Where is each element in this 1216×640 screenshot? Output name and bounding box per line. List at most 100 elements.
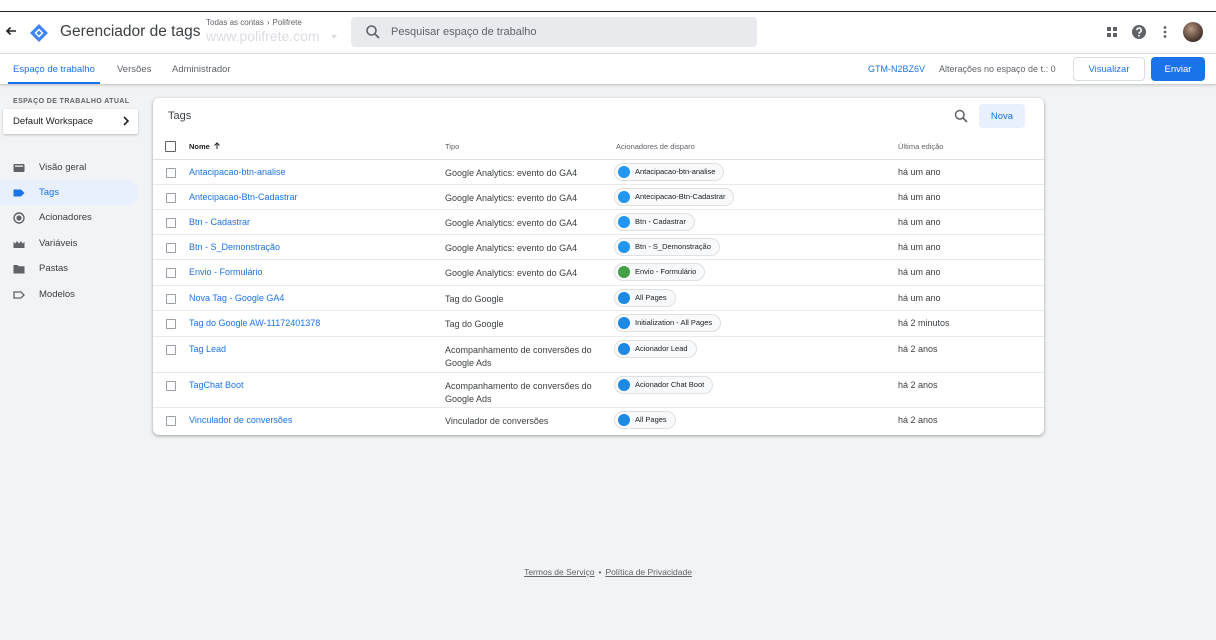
breadcrumb: Todas as contas › Polifrete <box>206 18 302 27</box>
tab-admin[interactable]: Administrador <box>172 64 231 75</box>
container-selector[interactable]: www.polifrete.com <box>206 28 320 44</box>
apps-grid-icon[interactable] <box>1104 24 1120 40</box>
tag-type: Acompanhamento de conversões do Google A… <box>445 345 592 368</box>
search-input[interactable] <box>391 23 741 41</box>
tag-manager-logo-icon[interactable] <box>29 23 49 43</box>
terms-link[interactable]: Termos de Serviço <box>524 567 594 577</box>
workspace-search[interactable] <box>351 17 757 47</box>
more-vert-icon[interactable] <box>1157 24 1173 40</box>
table-row[interactable]: TagChat Boot Acompanhamento de conversõe… <box>153 373 1044 408</box>
trigger-chip[interactable]: Acionador Chat Boot <box>614 376 714 394</box>
search-icon <box>366 25 380 39</box>
avatar[interactable] <box>1183 22 1203 42</box>
last-edited: há um ano <box>898 217 941 227</box>
trigger-chip-label: Initialization - All Pages <box>635 318 713 327</box>
tag-name-link[interactable]: Antecipacao-Btn-Cadastrar <box>189 192 298 202</box>
trigger-chip[interactable]: Initialization - All Pages <box>614 314 722 332</box>
row-checkbox[interactable] <box>166 294 176 304</box>
search-icon[interactable] <box>954 109 968 123</box>
container-id-link[interactable]: GTM-N2BZ6V <box>868 64 925 74</box>
sidebar-item-tags[interactable]: Tags <box>0 180 138 205</box>
last-edited: há um ano <box>898 293 941 303</box>
row-checkbox[interactable] <box>166 319 176 329</box>
trigger-chip[interactable]: Envio - Formulário <box>614 263 706 281</box>
row-checkbox[interactable] <box>166 345 176 355</box>
sidebar-item-triggers[interactable]: Acionadores <box>0 205 138 230</box>
new-tag-button[interactable]: Nova <box>979 104 1025 128</box>
sidebar-item-overview[interactable]: Visão geral <box>0 155 138 180</box>
last-edited: há um ano <box>898 267 941 277</box>
tag-name-link[interactable]: TagChat Boot <box>189 380 244 390</box>
column-header-type[interactable]: Tipo <box>445 142 459 151</box>
privacy-link[interactable]: Política de Privacidade <box>605 567 691 577</box>
trigger-chip[interactable]: Antecipacao-Btn-Cadastrar <box>614 188 735 206</box>
row-checkbox[interactable] <box>166 193 176 203</box>
tab-versions[interactable]: Versões <box>117 64 151 75</box>
tag-icon <box>13 189 25 197</box>
last-edited: há 2 anos <box>898 415 938 425</box>
last-edited: há 2 minutos <box>898 318 950 328</box>
sidebar-item-templates[interactable]: Modelos <box>0 282 138 307</box>
breadcrumb-account[interactable]: Polifrete <box>272 18 301 27</box>
trigger-chip-label: Antacipacao-btn-analise <box>635 167 716 176</box>
row-checkbox[interactable] <box>166 168 176 178</box>
tag-name-link[interactable]: Envio - Formulário <box>189 267 263 277</box>
container-dropdown-icon[interactable] <box>331 35 337 39</box>
tag-type: Google Analytics: evento do GA4 <box>445 193 578 203</box>
trigger-chip[interactable]: Btn - S_Demonstração <box>614 238 720 256</box>
submit-button[interactable]: Enviar <box>1151 57 1205 81</box>
row-checkbox[interactable] <box>166 268 176 278</box>
tag-name-link[interactable]: Btn - Cadastrar <box>189 217 250 227</box>
row-checkbox[interactable] <box>166 218 176 228</box>
table-row[interactable]: Envio - Formulário Google Analytics: eve… <box>153 260 1044 286</box>
table-row[interactable]: Btn - S_Demonstração Google Analytics: e… <box>153 235 1044 260</box>
back-arrow-icon[interactable] <box>4 24 18 38</box>
folder-icon <box>13 265 25 274</box>
tag-name-link[interactable]: Tag do Google AW-11172401378 <box>189 318 320 328</box>
tag-name-link[interactable]: Vinculador de conversões <box>189 415 292 425</box>
tag-name-link[interactable]: Tag Lead <box>189 344 226 354</box>
preview-button[interactable]: Visualizar <box>1073 57 1145 81</box>
workspace-selector[interactable]: Default Workspace <box>3 109 138 134</box>
last-edited: há um ano <box>898 242 941 252</box>
tag-name-link[interactable]: Nova Tag - Google GA4 <box>189 293 284 303</box>
trigger-chip[interactable]: All Pages <box>614 289 676 307</box>
trigger-chip[interactable]: All Pages <box>614 411 676 429</box>
select-all-checkbox[interactable] <box>165 141 176 152</box>
sidebar-item-label: Variáveis <box>39 238 78 249</box>
row-checkbox[interactable] <box>166 381 176 391</box>
help-icon[interactable] <box>1131 24 1147 40</box>
tag-type: Tag do Google <box>445 319 504 329</box>
sidebar-item-label: Acionadores <box>39 212 92 223</box>
trigger-chip[interactable]: Btn - Cadastrar <box>614 213 695 231</box>
table-row[interactable]: Btn - Cadastrar Google Analytics: evento… <box>153 210 1044 235</box>
tag-name-link[interactable]: Btn - S_Demonstração <box>189 242 280 252</box>
sidebar-item-label: Tags <box>39 187 60 198</box>
table-header: Nome Tipo Acionadores de disparo Última … <box>153 134 1044 160</box>
table-row[interactable]: Tag Lead Acompanhamento de conversões do… <box>153 337 1044 373</box>
tag-type: Tag do Google <box>445 294 504 304</box>
row-checkbox[interactable] <box>166 243 176 253</box>
breadcrumb-all-accounts[interactable]: Todas as contas <box>206 18 264 27</box>
trigger-chip[interactable]: Antacipacao-btn-analise <box>614 163 725 181</box>
app-header: Gerenciador de tags Todas as contas › Poli… <box>0 12 1216 53</box>
table-row[interactable]: Nova Tag - Google GA4 Tag do Google All … <box>153 286 1044 311</box>
row-checkbox[interactable] <box>166 416 176 426</box>
table-row[interactable]: Antecipacao-Btn-Cadastrar Google Analyti… <box>153 185 1044 210</box>
tag-type: Google Analytics: evento do GA4 <box>445 268 578 278</box>
tag-type: Vinculador de conversões <box>445 416 549 426</box>
trigger-chip-label: Envio - Formulário <box>635 267 697 276</box>
column-header-edited[interactable]: Última edição <box>898 142 943 151</box>
table-row[interactable]: Tag do Google AW-11172401378 Tag do Goog… <box>153 311 1044 337</box>
active-tab-indicator <box>8 82 100 84</box>
column-header-trigger[interactable]: Acionadores de disparo <box>616 142 695 151</box>
column-header-name[interactable]: Nome <box>189 142 221 151</box>
table-row[interactable]: Antacipacao-btn-analise Google Analytics… <box>153 160 1044 185</box>
sidebar-item-variables[interactable]: Variáveis <box>0 231 138 256</box>
tab-workspace[interactable]: Espaço de trabalho <box>13 64 95 75</box>
tag-name-link[interactable]: Antacipacao-btn-analise <box>189 167 286 177</box>
trigger-chip[interactable]: Acionador Lead <box>614 340 697 358</box>
table-row[interactable]: Vinculador de conversões Vinculador de c… <box>153 408 1044 433</box>
click-icon <box>618 379 630 391</box>
sidebar-item-folders[interactable]: Pastas <box>0 256 138 281</box>
